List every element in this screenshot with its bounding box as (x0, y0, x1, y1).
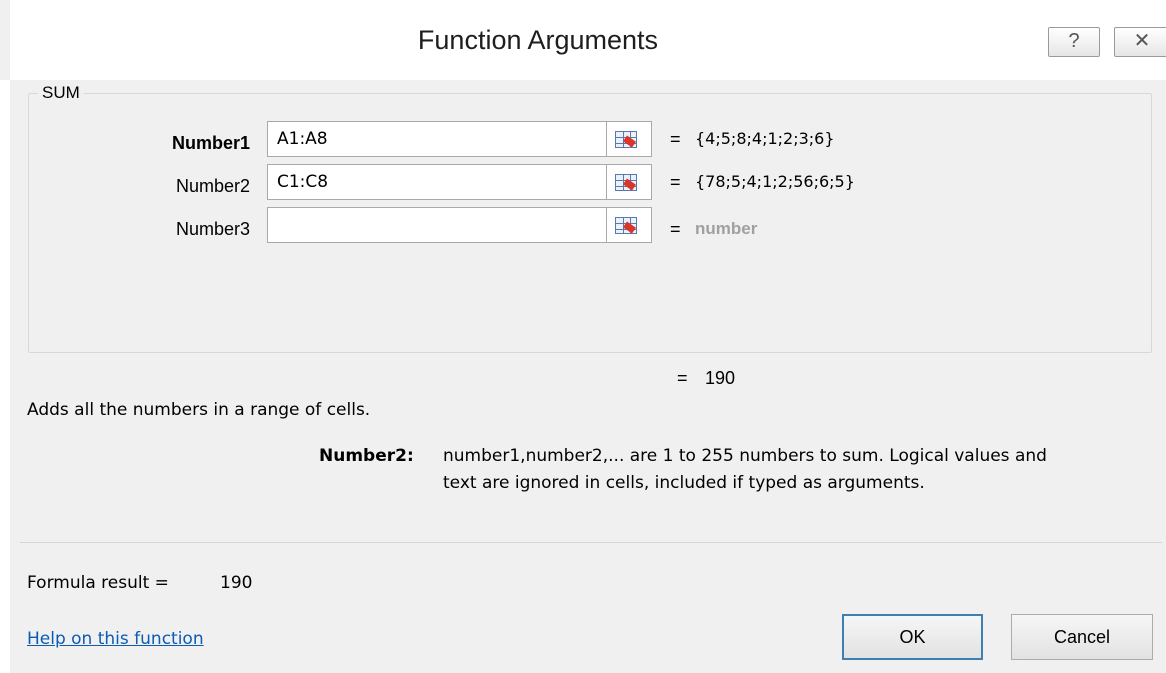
result-equals: = (677, 368, 688, 388)
number1-ref-picker[interactable] (607, 121, 652, 157)
number1-result: {4;5;8;4;1;2;3;6} (695, 129, 835, 148)
arg-equals: = (670, 172, 681, 192)
argument-help-line1: number1,number2,... are 1 to 255 numbers… (443, 446, 1047, 466)
title-bar: Function Arguments ? ✕ (0, 0, 1166, 80)
close-icon: ✕ (1133, 30, 1151, 52)
arg-label-number3: Number3 (175, 219, 250, 239)
cancel-button[interactable]: Cancel (1011, 614, 1153, 660)
argument-help-line2: text are ignored in cells, included if t… (443, 473, 925, 493)
divider (20, 542, 1162, 543)
dialog-title: Function Arguments (417, 25, 659, 55)
function-description: Adds all the numbers in a range of cells… (27, 400, 371, 420)
formula-result-value: 190 (220, 573, 253, 593)
arg-equals: = (670, 129, 681, 149)
number1-input[interactable]: A1:A8 (267, 121, 607, 157)
help-button[interactable]: ? (1048, 27, 1100, 57)
arg-label-number2: Number2 (175, 176, 250, 196)
number2-ref-picker[interactable] (607, 164, 652, 200)
ok-button[interactable]: OK (842, 614, 983, 660)
arg-label-number1: Number1 (171, 133, 250, 153)
function-result: 190 (705, 368, 736, 388)
number2-result: {78;5;4;1;2;56;6;5} (695, 172, 855, 191)
number3-result-hint: number (695, 219, 758, 238)
number2-input[interactable]: C1:C8 (267, 164, 607, 200)
close-button[interactable]: ✕ (1114, 27, 1166, 57)
help-icon: ? (1068, 30, 1080, 52)
number3-input[interactable] (267, 207, 607, 243)
help-on-function-link[interactable]: Help on this function (27, 626, 204, 652)
arg-equals: = (670, 219, 681, 239)
function-name: SUM (38, 80, 84, 106)
number3-ref-picker[interactable] (607, 207, 652, 243)
argument-help-label: Number2: (319, 446, 414, 466)
formula-result-label: Formula result = (27, 573, 169, 593)
